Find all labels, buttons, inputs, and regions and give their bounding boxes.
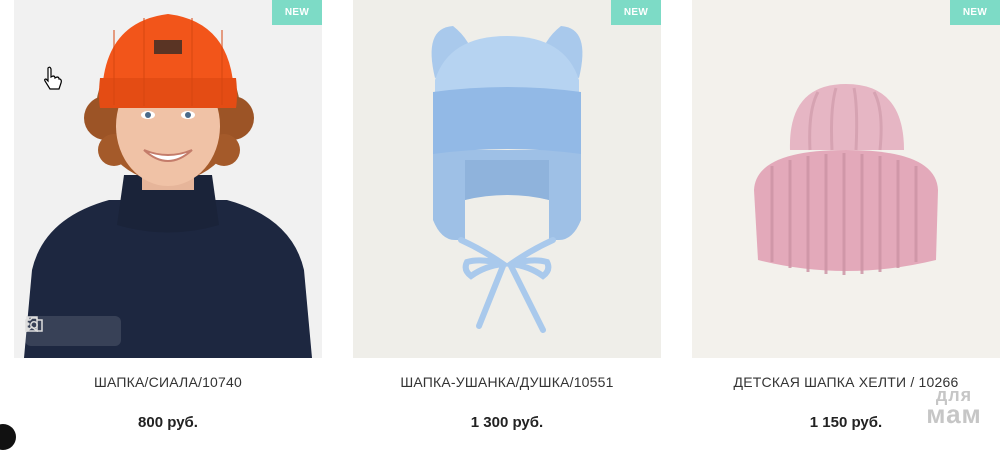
new-badge: NEW	[272, 0, 322, 25]
product-name-1[interactable]: ШАПКА/СИАЛА/10740	[14, 374, 322, 390]
product-card-1: NEW ШАПКА/СИАЛА/10740 800 руб.	[14, 0, 322, 444]
product-card-2: NEW ШАПКА-УШАНКА/ДУШКА/10551 1 300 руб.	[353, 0, 661, 444]
new-badge: NEW	[950, 0, 1000, 25]
image-toolbar	[25, 316, 121, 346]
watermark-line-2: мам	[926, 399, 982, 430]
product-image-3[interactable]: NEW	[692, 0, 1000, 358]
product-name-2[interactable]: ШАПКА-УШАНКА/ДУШКА/10551	[353, 374, 661, 390]
camera-icon[interactable]	[25, 317, 85, 343]
watermark-logo: для мам	[914, 386, 994, 430]
new-badge: NEW	[611, 0, 661, 25]
more-vertical-icon[interactable]	[26, 317, 117, 343]
pink-knit-beanie-photo	[692, 0, 1000, 358]
product-image-2[interactable]: NEW	[353, 0, 661, 358]
product-price-2: 1 300 руб.	[470, 414, 544, 431]
blue-earflap-hat-photo	[353, 0, 661, 358]
product-price-1: 800 руб.	[138, 414, 198, 431]
child-in-orange-hat-photo	[14, 0, 322, 358]
product-image-1[interactable]: NEW	[14, 0, 322, 358]
product-card-3: NEW ДЕТСКАЯ ШАПКА ХЕЛТИ / 10266 1 150 ру…	[692, 0, 1000, 444]
